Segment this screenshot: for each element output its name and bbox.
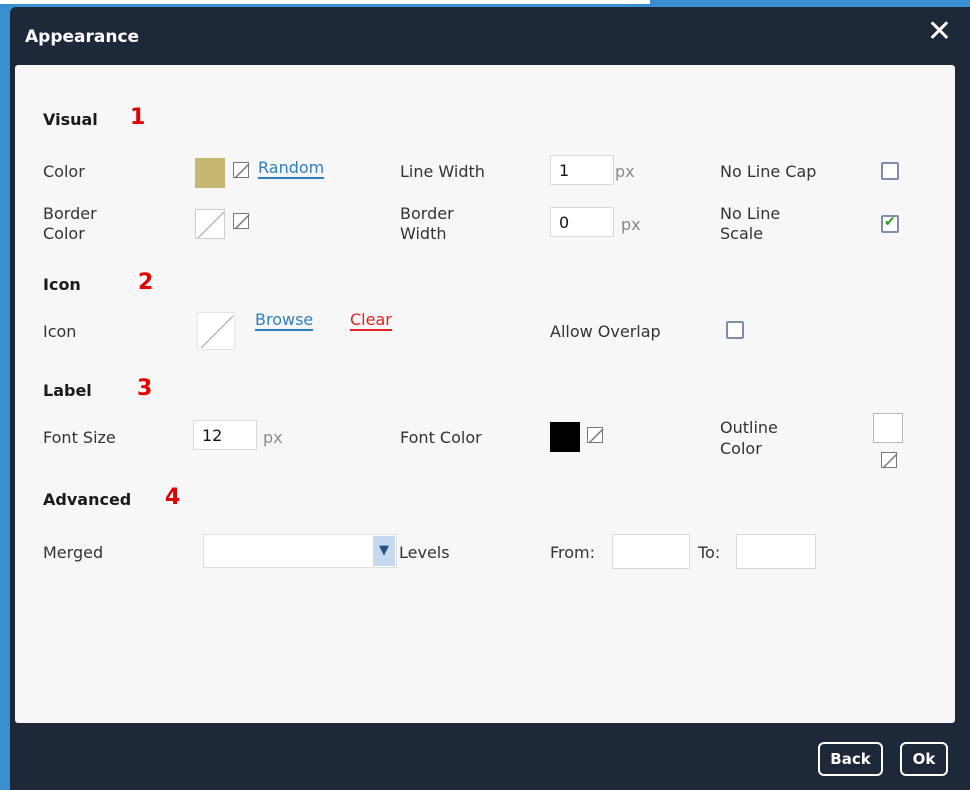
levels-label: Levels	[399, 543, 450, 562]
levels-from-input[interactable]	[612, 534, 690, 569]
outline-color-label-line1: Outline	[720, 418, 778, 437]
font-size-input[interactable]	[193, 420, 257, 450]
no-font-color-icon[interactable]	[587, 427, 604, 444]
line-width-input[interactable]	[550, 155, 614, 185]
font-color-label: Font Color	[400, 428, 482, 447]
section-title-visual: Visual	[43, 110, 98, 129]
back-button[interactable]: Back	[818, 742, 883, 776]
ok-button[interactable]: Ok	[900, 742, 948, 776]
appearance-dialog: Appearance ✕ Visual 1 Color Random Line …	[10, 7, 970, 790]
icon-label: Icon	[43, 322, 77, 341]
no-line-cap-checkbox[interactable]	[881, 162, 899, 180]
close-icon[interactable]: ✕	[927, 17, 952, 47]
section-number-advanced: 4	[165, 485, 181, 510]
border-width-label-line1: Border	[400, 204, 454, 223]
section-number-visual: 1	[130, 105, 146, 130]
no-outline-color-icon[interactable]	[881, 452, 898, 469]
merged-label: Merged	[43, 543, 104, 562]
border-width-unit: px	[621, 215, 641, 234]
no-line-scale-checkbox[interactable]	[881, 214, 899, 233]
icon-preview	[197, 312, 235, 350]
section-title-icon: Icon	[43, 275, 81, 294]
border-width-input[interactable]	[550, 207, 614, 237]
section-number-label: 3	[137, 376, 153, 401]
no-color-icon[interactable]	[233, 162, 250, 179]
color-label: Color	[43, 162, 85, 181]
color-swatch[interactable]	[195, 158, 225, 188]
chevron-down-icon[interactable]: ▼	[373, 536, 395, 566]
dialog-content: Visual 1 Color Random Line Width px No L…	[15, 65, 955, 723]
merged-select[interactable]: ▼	[203, 534, 397, 568]
no-line-scale-label-line1: No Line	[720, 204, 781, 223]
browse-icon-link[interactable]: Browse	[255, 310, 314, 331]
to-label: To:	[698, 543, 721, 562]
levels-to-input[interactable]	[736, 534, 816, 569]
dialog-titlebar: Appearance ✕	[10, 7, 970, 65]
border-color-swatch[interactable]	[195, 209, 225, 239]
outline-color-swatch[interactable]	[873, 413, 903, 443]
line-width-unit: px	[615, 162, 635, 181]
clear-icon-link[interactable]: Clear	[350, 310, 392, 331]
line-width-label: Line Width	[400, 162, 485, 181]
top-edge-highlight	[0, 0, 650, 4]
font-color-swatch[interactable]	[550, 422, 580, 452]
allow-overlap-checkbox[interactable]	[726, 321, 744, 339]
allow-overlap-label: Allow Overlap	[550, 322, 661, 341]
border-width-label-line2: Width	[400, 224, 447, 243]
font-size-unit: px	[263, 428, 283, 447]
from-label: From:	[550, 543, 596, 562]
random-color-link[interactable]: Random	[258, 158, 325, 179]
border-color-label-line1: Border	[43, 204, 97, 223]
dialog-title: Appearance	[25, 27, 140, 47]
section-number-icon: 2	[138, 270, 154, 295]
section-title-label: Label	[43, 381, 92, 400]
section-title-advanced: Advanced	[43, 490, 132, 509]
no-line-scale-label-line2: Scale	[720, 224, 764, 243]
font-size-label: Font Size	[43, 428, 116, 447]
outline-color-label-line2: Color	[720, 439, 762, 458]
no-line-cap-label: No Line Cap	[720, 162, 817, 181]
no-border-color-icon[interactable]	[233, 213, 250, 230]
border-color-label-line2: Color	[43, 224, 85, 243]
